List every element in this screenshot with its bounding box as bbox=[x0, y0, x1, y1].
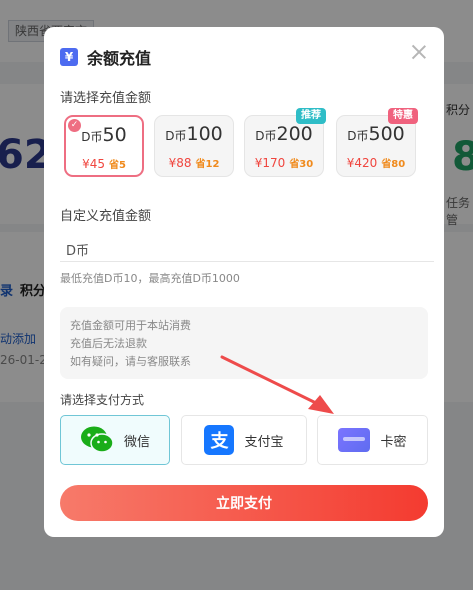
notice-line: 充值后无法退款 bbox=[70, 337, 147, 350]
amount-value: 200 bbox=[276, 123, 313, 145]
recharge-modal: ¥ 余额充值 请选择充值金额 ✓ D币50 ¥45 省5 D币100 ¥88 省12… bbox=[44, 27, 444, 537]
modal-header: ¥ 余额充值 bbox=[60, 45, 151, 69]
wechat-icon bbox=[80, 426, 114, 454]
payment-method-label: 请选择支付方式 bbox=[60, 393, 145, 407]
amount-save: 省12 bbox=[195, 159, 220, 170]
amount-option-500[interactable]: 特惠 D币500 ¥420 省80 bbox=[336, 108, 418, 177]
notice-line: 充值金额可用于本站消费 bbox=[70, 319, 191, 332]
ticket-icon: ¥ bbox=[60, 48, 78, 66]
amount-currency: D币 bbox=[347, 129, 369, 143]
amount-option-100[interactable]: D币100 ¥88 省12 bbox=[154, 115, 234, 177]
amount-option-200[interactable]: 推荐 D币200 ¥170 省30 bbox=[244, 108, 326, 177]
notice-box: 充值金额可用于本站消费 充值后无法退款 如有疑问，请与客服联系 bbox=[60, 307, 428, 379]
recommend-badge: 推荐 bbox=[296, 108, 326, 124]
custom-amount-input[interactable] bbox=[60, 241, 434, 262]
special-badge: 特惠 bbox=[388, 108, 418, 124]
payment-label: 微信 bbox=[123, 434, 150, 450]
amount-options: ✓ D币50 ¥45 省5 D币100 ¥88 省12 推荐 D币200 ¥170 省… bbox=[64, 108, 424, 179]
amount-save: 省30 bbox=[289, 159, 314, 170]
card-icon bbox=[338, 428, 371, 452]
amount-value: 500 bbox=[368, 123, 405, 145]
amount-currency: D币 bbox=[81, 130, 103, 144]
amount-price: ¥170 bbox=[254, 156, 286, 170]
notice-line: 如有疑问，请与客服联系 bbox=[70, 355, 191, 368]
amount-value: 50 bbox=[102, 124, 127, 146]
amount-option-50[interactable]: ✓ D币50 ¥45 省5 bbox=[64, 115, 144, 177]
pay-now-button[interactable]: 立即支付 bbox=[60, 485, 428, 521]
amount-save: 省5 bbox=[108, 160, 126, 171]
custom-amount-label: 自定义充值金额 bbox=[60, 209, 152, 224]
payment-wechat[interactable]: 微信 bbox=[60, 415, 170, 465]
modal-title: 余额充值 bbox=[87, 49, 152, 68]
payment-card[interactable]: 卡密 bbox=[317, 415, 428, 465]
custom-amount-hint: 最低充值D币10，最高充值D币1000 bbox=[60, 272, 240, 285]
select-amount-label: 请选择充值金额 bbox=[60, 91, 152, 106]
close-icon[interactable] bbox=[410, 43, 428, 61]
payment-label: 支付宝 bbox=[244, 434, 284, 450]
payment-alipay[interactable]: 支 支付宝 bbox=[181, 415, 307, 465]
alipay-icon: 支 bbox=[204, 425, 235, 455]
amount-save: 省80 bbox=[381, 159, 406, 170]
amount-currency: D币 bbox=[255, 129, 277, 143]
amount-currency: D币 bbox=[165, 129, 187, 143]
amount-price: ¥45 bbox=[82, 157, 105, 171]
amount-price: ¥88 bbox=[168, 156, 192, 170]
amount-price: ¥420 bbox=[346, 156, 378, 170]
amount-value: 100 bbox=[186, 123, 223, 145]
payment-label: 卡密 bbox=[380, 434, 407, 450]
